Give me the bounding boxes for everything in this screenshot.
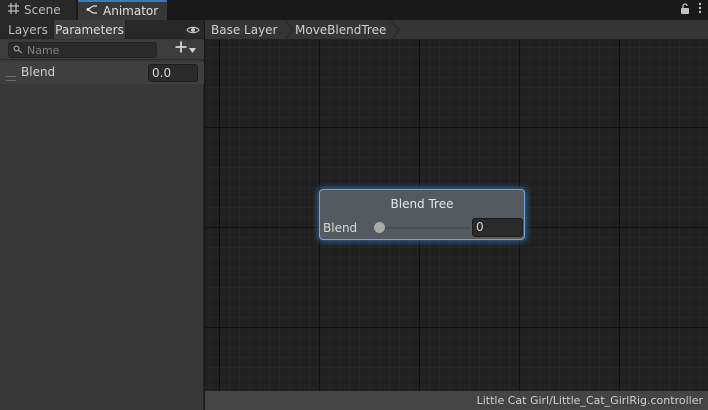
tab-animator[interactable]: Animator — [78, 0, 167, 20]
tab-scene-label: Scene — [24, 3, 61, 17]
tab-animator-label: Animator — [103, 4, 159, 18]
window-controls — [680, 2, 702, 17]
lock-icon[interactable] — [680, 2, 690, 17]
breadcrumb-blend-tree[interactable]: MoveBlendTree — [295, 20, 386, 40]
breadcrumb: Base Layer MoveBlendTree — [205, 20, 708, 40]
add-parameter-button[interactable] — [175, 41, 196, 56]
parameter-search — [8, 42, 157, 58]
grid-icon — [8, 3, 19, 17]
tab-parameters[interactable]: Parameters — [53, 20, 126, 39]
search-icon — [13, 43, 23, 57]
parameters-panel: Layers Parameters Blend 0.0 — [0, 20, 204, 410]
breadcrumb-end-icon — [390, 20, 400, 40]
tab-layers[interactable]: Layers — [4, 20, 52, 39]
panel-tabs: Layers Parameters — [0, 20, 204, 39]
status-bar: Little Cat Girl/Little_Cat_GirlRig.contr… — [205, 391, 708, 410]
editor-tab-bar: Scene Animator — [0, 0, 708, 20]
kebab-menu-icon[interactable] — [698, 2, 702, 17]
parameter-toolbar — [0, 40, 204, 60]
breadcrumb-separator-icon — [284, 20, 294, 40]
parameter-value-field[interactable]: 0.0 — [148, 64, 198, 82]
blend-slider-track[interactable] — [378, 227, 470, 229]
plus-icon — [175, 41, 187, 56]
caret-down-icon — [189, 42, 196, 56]
parameter-row[interactable]: Blend 0.0 — [0, 62, 204, 84]
breadcrumb-base-layer[interactable]: Base Layer — [211, 20, 278, 40]
node-parameter-label: Blend — [323, 221, 358, 235]
animator-icon — [86, 4, 98, 18]
blend-value-field[interactable]: 0 — [472, 218, 523, 237]
search-input[interactable] — [27, 43, 147, 57]
eye-icon[interactable] — [186, 24, 200, 38]
node-title: Blend Tree — [390, 197, 454, 211]
drag-handle-icon[interactable] — [6, 70, 16, 84]
blend-slider-handle[interactable] — [374, 222, 385, 233]
parameter-name[interactable]: Blend — [21, 65, 55, 79]
tab-scene[interactable]: Scene — [0, 0, 77, 20]
blend-tree-node[interactable]: Blend Tree Blend 0 — [319, 189, 525, 240]
controller-path: Little Cat Girl/Little_Cat_GirlRig.contr… — [476, 394, 703, 407]
